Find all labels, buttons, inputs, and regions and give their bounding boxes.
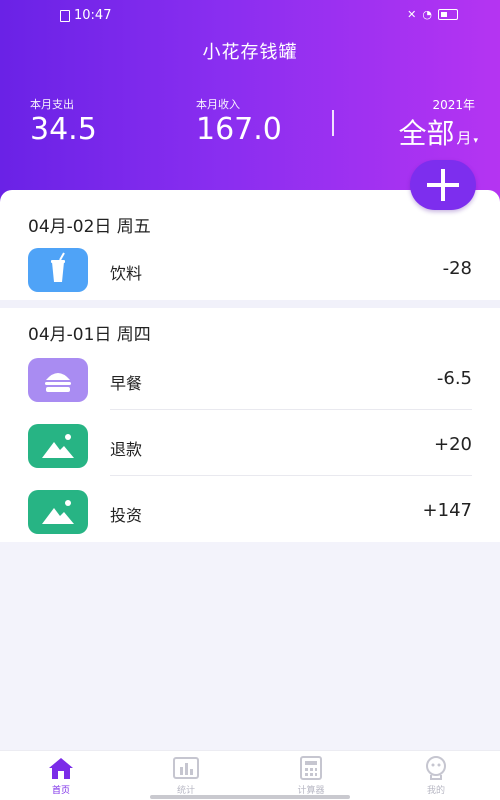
transaction-row[interactable]: 投资 +147: [0, 482, 500, 542]
app-title: 小花存钱罐: [202, 42, 298, 63]
profile-icon: [421, 755, 451, 781]
home-icon: [46, 755, 76, 781]
add-record-button[interactable]: [410, 160, 476, 210]
mute-icon: ✕: [407, 8, 417, 21]
burger-icon: [28, 358, 88, 402]
transaction-name: 投资: [110, 506, 143, 525]
transaction-amount: -28: [442, 258, 472, 279]
transaction-name: 早餐: [110, 374, 143, 393]
year-label[interactable]: 2021年: [432, 96, 475, 113]
chart-icon: [171, 755, 201, 781]
row-divider: [110, 409, 472, 410]
drink-icon: [28, 248, 88, 292]
calculator-icon: [296, 755, 326, 781]
transaction-amount: -6.5: [436, 368, 472, 389]
expense-value: 34.5: [30, 112, 97, 147]
app-screen: 10:47 ✕ ◔ 小花存钱罐 本月支出 34.5 本月收入 167.0 202…: [0, 0, 500, 800]
expense-label: 本月支出: [30, 98, 74, 111]
transaction-amount: +20: [434, 434, 472, 455]
mountain-image-icon: [28, 424, 88, 468]
status-time-group: 10:47: [60, 8, 111, 23]
home-indicator: [150, 795, 350, 799]
tab-profile[interactable]: 我的: [401, 755, 471, 796]
income-value: 167.0: [196, 112, 282, 147]
month-selector-value: 全部: [398, 117, 455, 150]
header-divider: [332, 110, 334, 136]
plus-icon-vertical: [441, 169, 445, 201]
transaction-row[interactable]: 退款 +20: [0, 416, 500, 476]
chevron-down-icon: ▾: [473, 136, 478, 146]
transaction-name: 退款: [110, 440, 143, 459]
battery-icon: [438, 9, 458, 20]
transaction-row[interactable]: 饮料 -28: [0, 240, 500, 300]
date-header: 04月-01日 周四: [28, 325, 151, 345]
status-icons: ✕ ◔: [407, 8, 458, 21]
month-selector[interactable]: 全部 月 ▾: [398, 112, 478, 152]
month-selector-suffix: 月: [456, 129, 472, 147]
status-time: 10:47: [74, 8, 112, 23]
group-separator: [0, 300, 500, 308]
date-header: 04月-02日 周五: [28, 217, 151, 237]
wifi-icon: ◔: [422, 8, 432, 21]
transactions-panel: 04月-02日 周五 饮料 -28 04月-01日 周四 早餐 -6.5 退款 …: [0, 190, 500, 542]
row-divider: [110, 475, 472, 476]
tab-label: 首页: [51, 786, 70, 796]
transaction-amount: +147: [422, 500, 472, 521]
tab-label: 我的: [426, 786, 445, 796]
sim-icon: [60, 9, 70, 22]
tab-bar: 首页 统计 计算器 我的: [0, 750, 500, 800]
mountain-image-icon: [28, 490, 88, 534]
status-bar: 10:47 ✕ ◔: [0, 0, 500, 30]
tab-calculator[interactable]: 计算器: [276, 755, 346, 796]
transaction-row[interactable]: 早餐 -6.5: [0, 350, 500, 410]
tab-statistics[interactable]: 统计: [151, 755, 221, 796]
income-label: 本月收入: [196, 98, 240, 111]
transaction-name: 饮料: [110, 264, 143, 283]
tab-home[interactable]: 首页: [26, 755, 96, 796]
